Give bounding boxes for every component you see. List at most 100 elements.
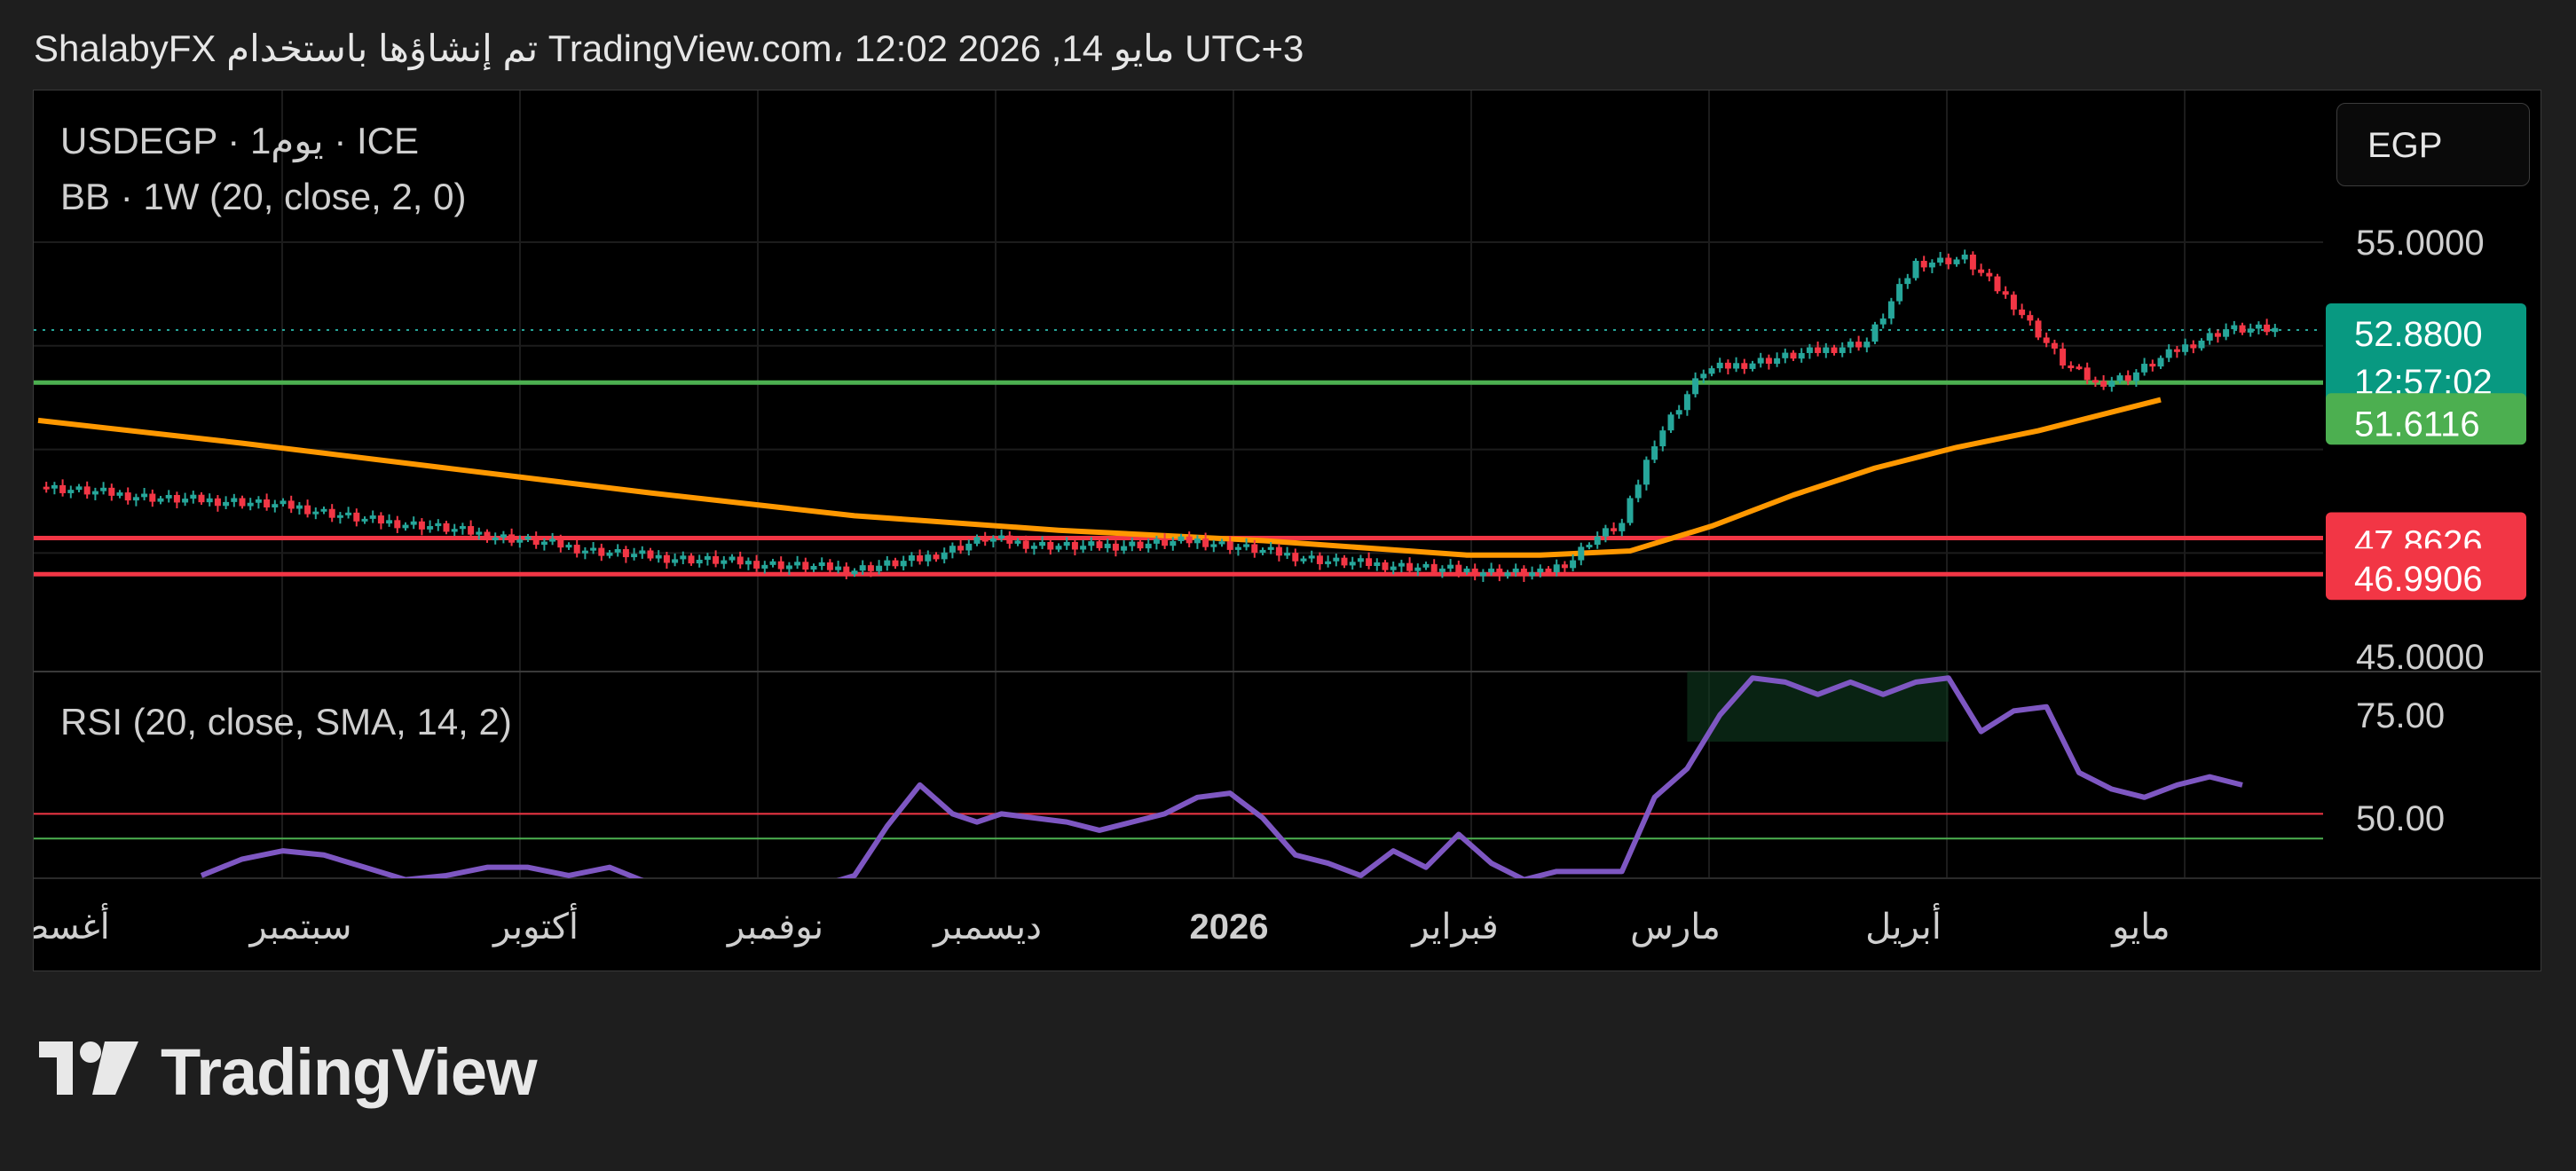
candle-body [1675,410,1682,415]
candle-body [1651,446,1658,460]
candle-body [1234,546,1241,550]
candle-body [532,536,540,546]
candle-body [116,492,123,496]
candle-body [1071,541,1078,550]
time-axis-label: مارس [1630,908,1721,947]
candle-body [1774,358,1781,365]
candle-body [272,504,279,508]
candle-body [1765,358,1772,365]
candle-body [214,498,221,507]
candle-body [957,546,965,551]
green-level-tag: 51.6116 [2326,393,2526,445]
candle-body [492,537,499,541]
candle-body [1014,540,1021,544]
candle-body [802,562,809,570]
candle-body [2206,333,2213,341]
candle-body [2132,372,2139,381]
candle-body [1414,567,1422,571]
candle-body [1055,546,1062,550]
candle-body [933,554,940,560]
candle-body [1839,347,1846,353]
brand-name: TradingView [161,1035,538,1109]
tradingview-logo-icon[interactable] [39,1038,146,1109]
candle-body [1186,536,1193,544]
rsi-axis-label: 75.00 [2356,696,2445,735]
candle-body [704,555,711,560]
candle-body [2157,358,2164,367]
candle-body [2010,295,2017,310]
candle-body [639,550,646,554]
candle-body [981,537,989,542]
candle-body [451,529,458,532]
symbol-legend[interactable]: USDEGP · 1يوم · ICE [60,119,419,162]
candle-body [1831,347,1838,353]
candle-body [1708,368,1715,374]
candle-body [818,562,825,566]
candle-body [198,494,205,503]
currency-button[interactable]: EGP [2336,103,2530,186]
candle-body [1815,347,1822,353]
candle-body [2051,342,2058,349]
candle-body [100,487,107,491]
chart-panel[interactable]: 55.0000 45.0000 75.00 50.00 أغسطس سبتمبر أكتوب… [33,90,2541,971]
candle-body [1757,358,1764,364]
candle-body [124,492,131,501]
candle-body [1137,541,1144,549]
candle-body [320,508,327,512]
candle-body [1112,543,1119,551]
candle-body [769,561,776,565]
candle-body [2100,381,2107,387]
candle-body [435,523,442,527]
candle-body [255,499,262,503]
candle-body [394,520,401,529]
candle-body [2076,366,2083,370]
candle-body [647,550,654,559]
candle-body [304,505,311,515]
candle-body [1986,272,1993,277]
red-level-tag-lower-text: 46.9906 [2354,560,2483,599]
candle-body [1553,564,1560,573]
candle-body [173,494,180,503]
candle-body [1545,568,1552,573]
candle-body [132,497,139,501]
rsi-legend[interactable]: RSI (20, close, SMA, 14, 2) [60,701,512,743]
time-axis-label: فبراير [1410,908,1499,947]
candle-body [1635,484,1642,499]
candle-body [753,561,760,569]
candle-body [565,545,572,548]
candle-body [468,526,475,535]
candle-body [989,538,997,542]
candle-body [2043,337,2050,343]
candle-body [524,536,532,540]
candle-body [1741,363,1748,369]
last-price-tag-text: 52.8800 [2354,315,2483,354]
candle-body [1129,541,1136,546]
candle-body [2223,329,2230,337]
candle-body [361,518,368,522]
candle-body [2068,365,2075,368]
candle-body [418,521,425,530]
bb-legend[interactable]: BB · 1W (20, close, 2, 0) [60,176,467,218]
candle-body [141,493,148,498]
candle-body [867,565,874,571]
candle-body [264,499,271,508]
candle-body [443,523,450,532]
candle-body [1749,363,1756,369]
candle-body [590,547,597,551]
candle-body [182,499,189,503]
candle-body [1022,540,1029,549]
candle-body [206,498,213,503]
bb-basis-line [37,397,2162,558]
candle-body [1642,460,1650,485]
candle-body [59,484,67,493]
candle-body [1953,259,1960,264]
candle-body [1782,352,1789,358]
candle-body [247,502,254,507]
chart-canvas[interactable]: 55.0000 45.0000 75.00 50.00 أغسطس سبتمبر أكتوب… [34,90,2541,971]
candle-body [1088,541,1095,546]
candle-body [1823,347,1830,353]
candle-body [2182,344,2189,352]
green-level-tag-text: 51.6116 [2354,405,2480,444]
candle-body [1667,414,1674,431]
candle-body [1251,544,1258,554]
